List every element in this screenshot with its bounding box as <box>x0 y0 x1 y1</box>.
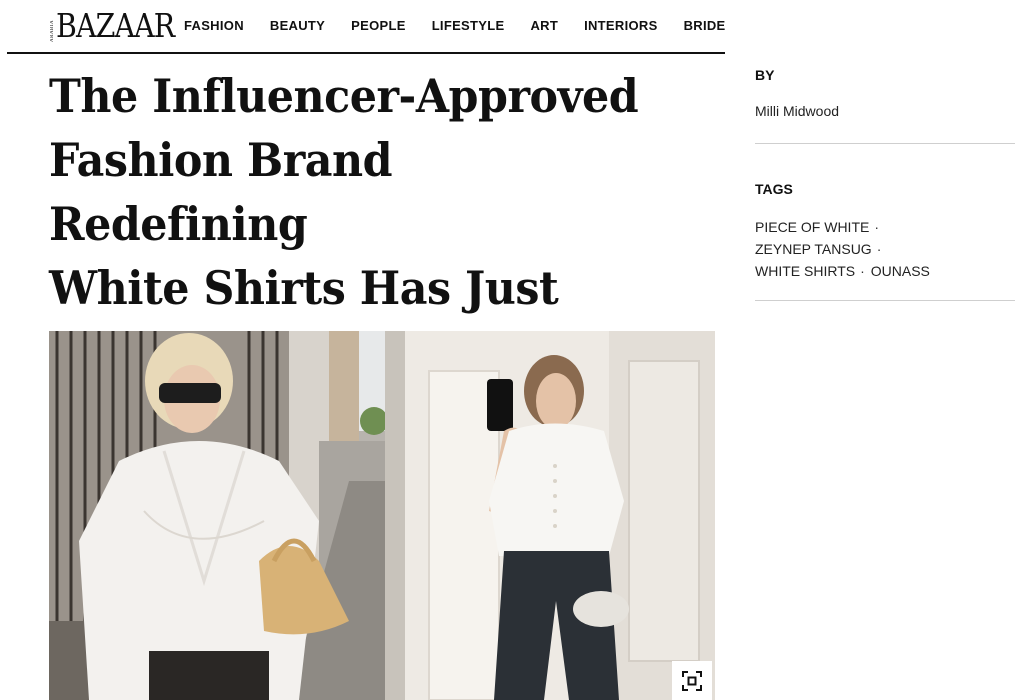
author-name[interactable]: Milli Midwood <box>755 103 839 119</box>
logo-wordmark: BAZAAR <box>56 6 175 45</box>
site-logo[interactable]: ARABIA BAZAAR <box>50 8 194 44</box>
tag-piece-of-white[interactable]: PIECE OF WHITE <box>755 216 869 238</box>
headline-line: White Shirts Has Just <box>49 261 559 315</box>
nav-item-art[interactable]: ART <box>530 18 558 33</box>
expand-image-button[interactable] <box>672 661 712 700</box>
tag-separator: · <box>876 241 882 257</box>
headline-line: Fashion Brand Redefining <box>49 133 393 251</box>
tag-white-shirts[interactable]: WHITE SHIRTS <box>755 260 855 282</box>
logo-edition-label: ARABIA <box>50 19 55 43</box>
nav-item-beauty[interactable]: BEAUTY <box>270 18 325 33</box>
expand-icon <box>682 670 702 691</box>
nav-item-interiors[interactable]: INTERIORS <box>584 18 657 33</box>
hero-photo-collage <box>49 331 715 700</box>
tag-zeynep-tansug[interactable]: ZEYNEP TANSUG <box>755 238 872 260</box>
tags-label: TAGS <box>755 181 793 197</box>
nav-item-fashion[interactable]: FASHION <box>184 18 244 33</box>
byline-label: BY <box>755 67 775 83</box>
tag-list: PIECE OF WHITE · ZEYNEP TANSUG · WHITE SHI… <box>755 216 1015 282</box>
main-nav: FASHION BEAUTY PEOPLE LIFESTYLE ART INTE… <box>184 18 752 33</box>
hero-image[interactable] <box>49 331 715 700</box>
divider <box>755 300 1015 301</box>
divider <box>755 143 1015 144</box>
nav-item-people[interactable]: PEOPLE <box>351 18 406 33</box>
site-header: ARABIA BAZAAR FASHION BEAUTY PEOPLE LIFE… <box>7 0 725 54</box>
tag-separator: · <box>874 219 880 235</box>
headline-line: The Influencer-Approved <box>49 69 639 123</box>
tag-separator: · <box>860 263 865 279</box>
tag-ounass[interactable]: OUNASS <box>871 260 930 282</box>
nav-item-lifestyle[interactable]: LIFESTYLE <box>432 18 505 33</box>
nav-item-bride[interactable]: BRIDE <box>684 18 726 33</box>
